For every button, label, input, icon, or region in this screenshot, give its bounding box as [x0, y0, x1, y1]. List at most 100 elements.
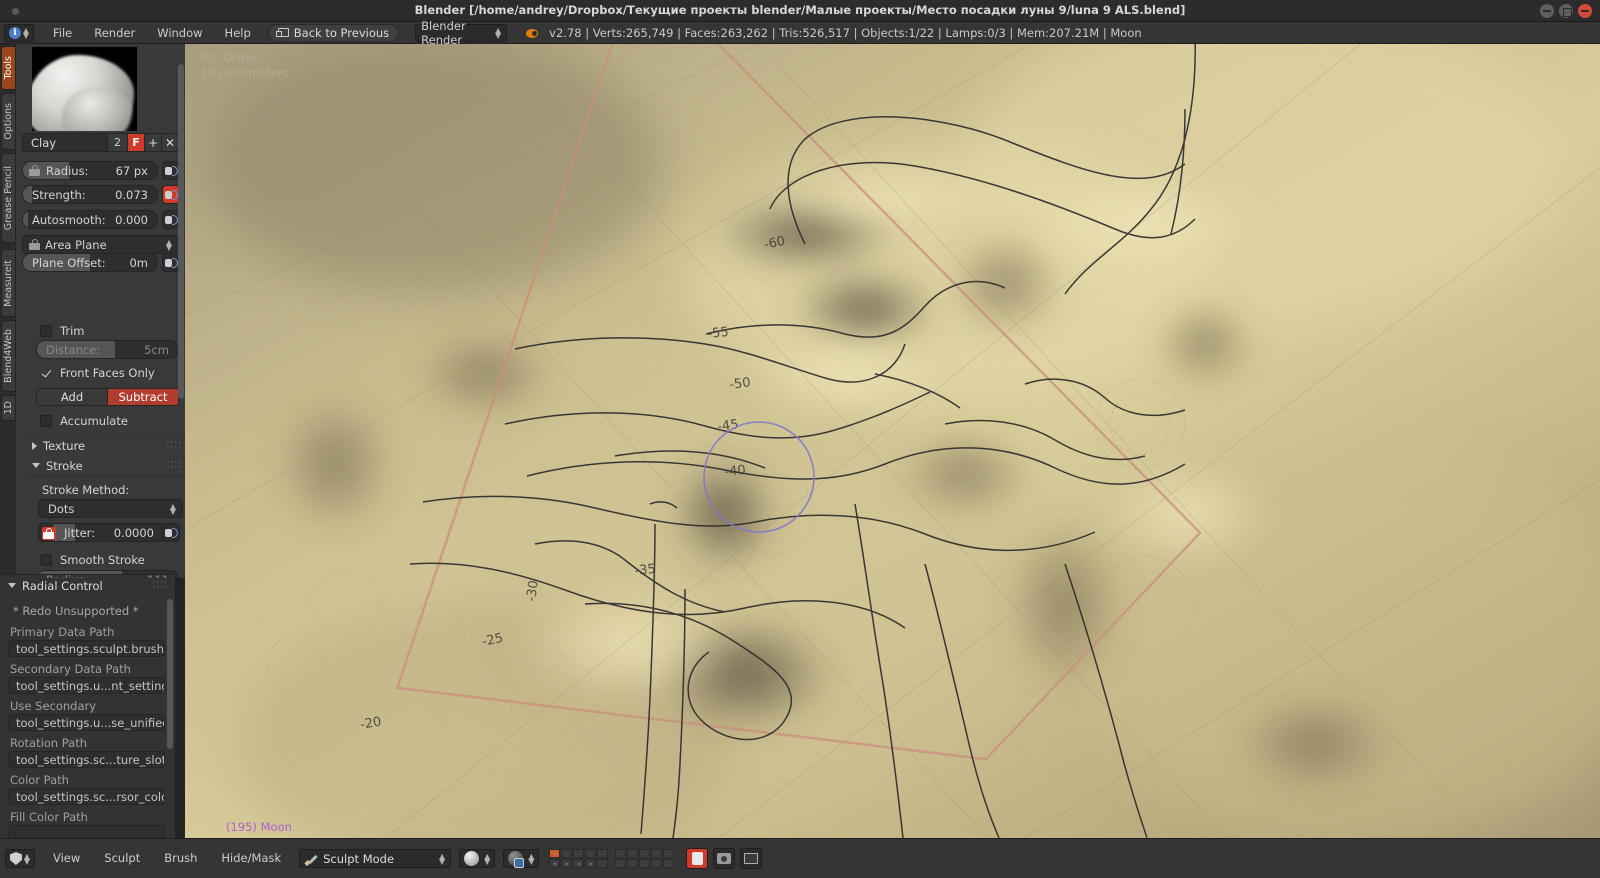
interaction-mode-select[interactable]: Sculpt Mode ▲ ▼: [299, 849, 452, 868]
stroke-section-header[interactable]: Stroke ···· ····: [32, 457, 182, 474]
sidebar-tab-measureit[interactable]: Measureit: [1, 249, 16, 317]
layer-cell[interactable]: [627, 859, 639, 868]
layer-cell[interactable]: [663, 849, 675, 858]
layer-cell[interactable]: [597, 849, 609, 858]
use-secondary-field[interactable]: tool_settings.u...se_unified_size: [8, 714, 165, 731]
texture-section-header[interactable]: Texture ···· ····: [32, 437, 182, 454]
sidebar-tab-grease-pencil[interactable]: Grease Pencil: [1, 153, 16, 243]
front-faces-only-checkbox[interactable]: [40, 367, 52, 379]
trim-distance-slider[interactable]: Distance: 5cm: [36, 340, 179, 359]
accumulate-row[interactable]: Accumulate: [40, 413, 128, 429]
brush-strength-slider[interactable]: Strength: 0.073: [22, 185, 158, 204]
layer-cell[interactable]: [573, 859, 585, 868]
layer-cell[interactable]: [597, 859, 609, 868]
smooth-stroke-row[interactable]: Smooth Stroke: [40, 552, 145, 568]
close-button[interactable]: [1578, 4, 1592, 18]
menu-window[interactable]: Window: [146, 24, 213, 42]
trim-checkbox[interactable]: [40, 325, 52, 337]
render-engine-select[interactable]: Blender Render ▲ ▼: [415, 19, 508, 47]
accumulate-checkbox[interactable]: [40, 415, 52, 427]
render-animation-button[interactable]: [740, 848, 763, 869]
radius-value: 67 px: [115, 163, 148, 178]
sculpt-plane-select[interactable]: Area Plane ▲ ▼: [22, 235, 179, 254]
stroke-method-select[interactable]: Dots ▲ ▼: [38, 499, 183, 518]
layer-cell[interactable]: [561, 849, 573, 858]
menu-brush[interactable]: Brush: [152, 849, 209, 868]
layer-cell[interactable]: [585, 849, 597, 858]
layer-block-left[interactable]: [549, 849, 609, 868]
proportional-edit-icon: [691, 852, 703, 865]
trim-checkbox-row[interactable]: Trim: [40, 323, 84, 339]
redo-panel-scrollbar[interactable]: [167, 599, 173, 831]
layer-cell[interactable]: [615, 849, 627, 858]
tool-panel-scrollbar[interactable]: [178, 46, 184, 576]
layer-cell[interactable]: [639, 859, 651, 868]
menu-file[interactable]: File: [42, 24, 83, 42]
layer-cell[interactable]: [573, 849, 585, 858]
sidebar-tab-1d[interactable]: 1D: [1, 395, 16, 421]
rotation-path-field[interactable]: tool_settings.sc...ture_slot.angle: [8, 751, 165, 768]
radial-control-header[interactable]: Radial Control ···· ····: [8, 578, 168, 593]
smooth-stroke-checkbox[interactable]: [40, 554, 52, 566]
primary-data-path-label: Primary Data Path: [10, 625, 115, 639]
add-button[interactable]: Add: [36, 388, 108, 406]
3d-viewport[interactable]: -60 -55 -50 -45 -40 -35 -30 -25 -20 Top …: [185, 44, 1600, 838]
layer-cell[interactable]: [627, 849, 639, 858]
menu-help[interactable]: Help: [214, 24, 262, 42]
distance-value: 5cm: [144, 342, 169, 357]
viewport-shading-select[interactable]: ▲ ▼: [459, 849, 496, 868]
layer-cell[interactable]: [639, 849, 651, 858]
smooth-radius-label: Radius:: [37, 573, 88, 579]
layer-block-right[interactable]: [615, 849, 675, 868]
layer-cell[interactable]: [651, 849, 663, 858]
proportional-edit-button[interactable]: [686, 848, 709, 869]
minimize-button[interactable]: [1540, 4, 1554, 18]
layer-cell[interactable]: [615, 859, 627, 868]
brush-radius-slider[interactable]: Radius: 67 px: [22, 161, 158, 180]
jitter-slider[interactable]: Jitter: 0.0000: [38, 523, 164, 542]
menu-sculpt[interactable]: Sculpt: [92, 849, 152, 868]
brush-remove-button[interactable]: ✕: [162, 133, 179, 152]
animate-icon: [164, 257, 178, 268]
plane-offset-slider[interactable]: Plane Offset: 0m: [22, 253, 158, 272]
layer-cell[interactable]: [549, 849, 561, 858]
editor-type-button[interactable]: ▲ ▼: [5, 849, 35, 868]
sidebar-tab-options[interactable]: Options: [1, 93, 16, 150]
sidebar-tab-tools[interactable]: Tools: [1, 46, 16, 90]
brush-add-button[interactable]: +: [145, 133, 162, 152]
interaction-mode-label: Sculpt Mode: [323, 851, 395, 866]
layer-cell[interactable]: [663, 859, 675, 868]
texture-section-label: Texture: [43, 438, 86, 453]
menu-view[interactable]: View: [41, 849, 92, 868]
brush-autosmooth-slider[interactable]: Autosmooth: 0.000: [22, 210, 158, 229]
tab-label: Measureit: [3, 259, 14, 307]
brush-name-field[interactable]: Clay: [22, 133, 108, 152]
layer-cell[interactable]: [585, 859, 597, 868]
lock-icon[interactable]: [28, 164, 41, 177]
brush-users-count[interactable]: 2: [108, 133, 128, 152]
brush-preview-thumbnail[interactable]: [32, 47, 137, 131]
brush-fake-user-toggle[interactable]: F: [128, 133, 145, 152]
secondary-data-path-field[interactable]: tool_settings.u...nt_settings.size: [8, 677, 165, 694]
back-to-previous-button[interactable]: Back to Previous: [267, 23, 400, 42]
tab-label: Tools: [3, 56, 14, 80]
scene-layers[interactable]: [549, 849, 675, 868]
scene-mode-select[interactable]: ▲ ▼: [503, 849, 540, 868]
subtract-button[interactable]: Subtract: [108, 388, 179, 406]
lock-icon[interactable]: [28, 238, 41, 251]
render-image-button[interactable]: [713, 848, 736, 869]
sidebar-tab-blend4web[interactable]: Blend4Web: [1, 320, 16, 392]
layer-cell[interactable]: [549, 859, 561, 868]
layer-cell[interactable]: [561, 859, 573, 868]
front-faces-only-row[interactable]: Front Faces Only: [40, 365, 155, 381]
blender-window: Blender [/home/andrey/Dropbox/Текущие пр…: [0, 0, 1600, 878]
editor-type-button[interactable]: i ▲ ▼: [4, 23, 34, 42]
color-path-field[interactable]: tool_settings.sc...rsor_color_add: [8, 788, 165, 805]
layer-cell[interactable]: [651, 859, 663, 868]
autosmooth-value: 0.000: [115, 212, 148, 227]
maximize-button[interactable]: [1559, 4, 1573, 18]
menu-render[interactable]: Render: [83, 24, 146, 42]
primary-data-path-field[interactable]: tool_settings.sculpt.brush.size: [8, 640, 165, 657]
tool-shelf-panel: Clay 2 F + ✕ Radius: 67 px Strength: 0.0…: [16, 44, 185, 578]
menu-hide-mask[interactable]: Hide/Mask: [209, 849, 293, 868]
